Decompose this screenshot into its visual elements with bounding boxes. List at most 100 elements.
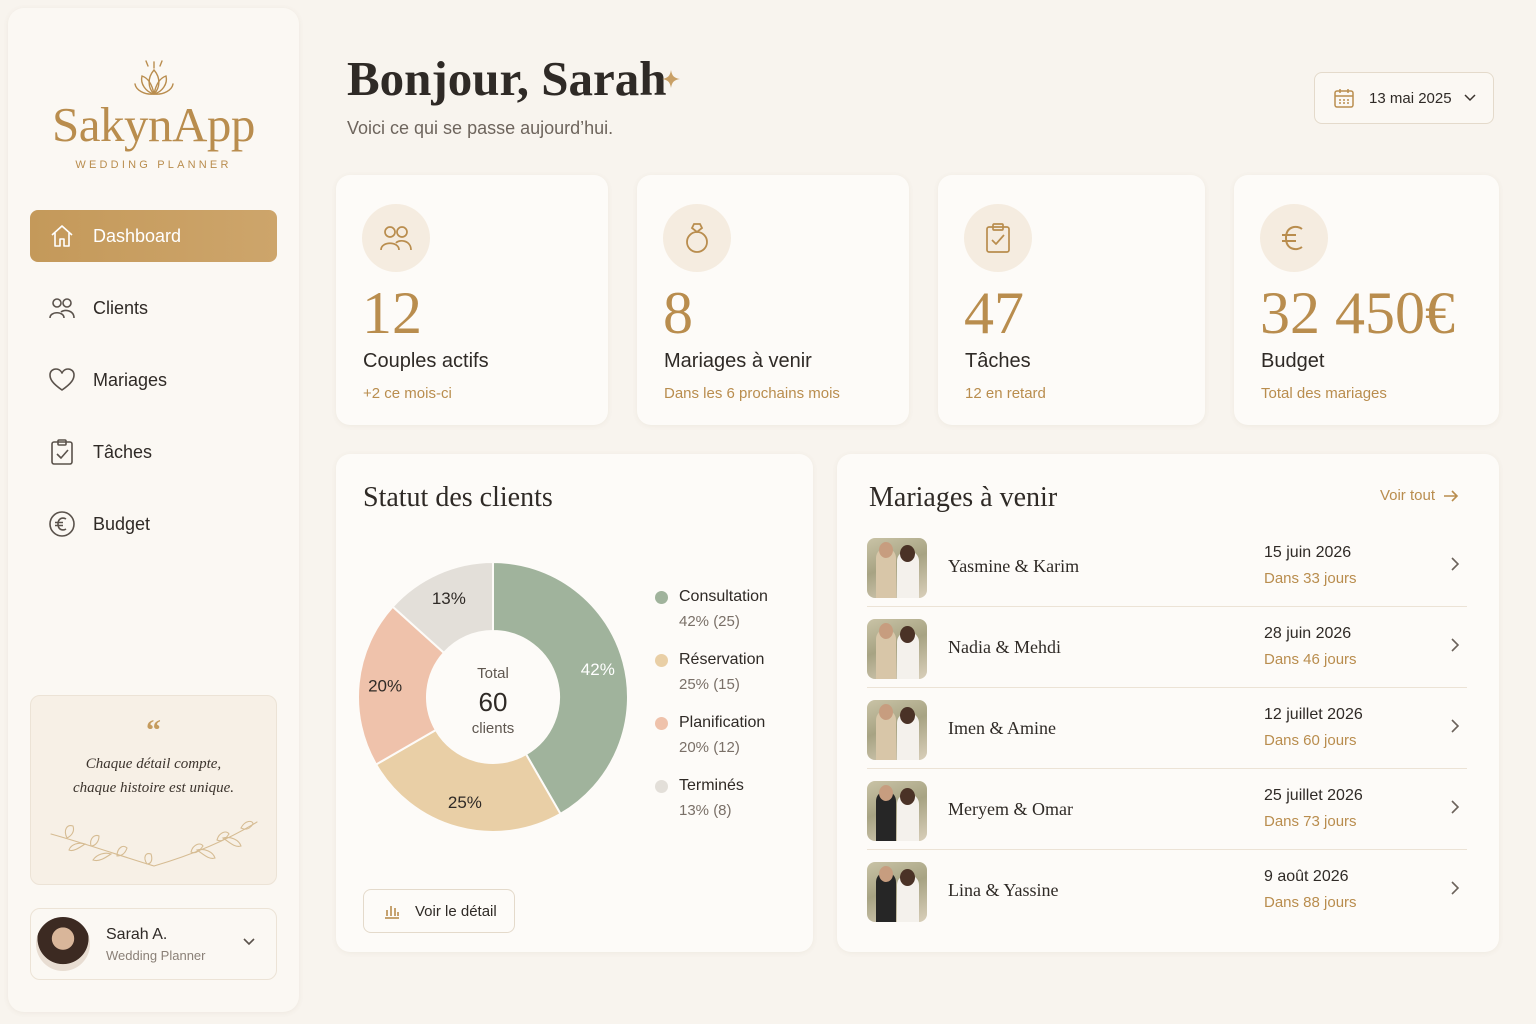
app-name: SakynApp [52, 97, 255, 152]
stat-label: Budget [1261, 350, 1325, 372]
date-picker[interactable]: 13 mai 2025 [1314, 72, 1494, 124]
legend-item: Planification 20% (12) [654, 714, 768, 777]
wedding-list: Yasmine & Karim 15 juin 2026 Dans 33 jou… [867, 526, 1467, 931]
page-title: Bonjour, Sarah [347, 51, 667, 106]
app-logo[interactable]: SakynApp WEDDING PLANNER [8, 58, 299, 171]
list-item[interactable]: Lina & Yassine 9 août 2026 Dans 88 jours [867, 850, 1467, 931]
arrow-right-icon [1444, 489, 1459, 502]
stat-card-tasks[interactable]: 47 Tâches 12 en retard [938, 175, 1205, 425]
client-status-card: Statut des clients Total 60 clients 42% 2… [336, 454, 813, 952]
legend-item: Consultation 42% (25) [654, 588, 768, 651]
couple-name: Yasmine & Karim [948, 556, 1080, 576]
sidebar-item-taches[interactable]: Tâches [30, 426, 277, 478]
days-remaining: Dans 73 jours [1264, 813, 1357, 830]
couple-photo [867, 619, 927, 679]
stat-icon-badge [663, 204, 731, 272]
legend-item: Terminés 13% (8) [654, 777, 768, 840]
euro-icon [1282, 225, 1303, 251]
euro-icon [48, 510, 76, 538]
stat-label: Couples actifs [363, 350, 489, 372]
days-remaining: Dans 33 jours [1264, 570, 1357, 587]
stat-card-weddings[interactable]: 8 Mariages à venir Dans les 6 prochains … [637, 175, 909, 425]
view-detail-button[interactable]: Voir le détail [363, 889, 515, 933]
couple-name: Imen & Amine [948, 718, 1056, 738]
sidebar-item-clients[interactable]: Clients [30, 282, 277, 334]
users-icon [380, 226, 412, 251]
ring-icon [686, 223, 708, 253]
days-remaining: Dans 46 jours [1264, 651, 1357, 668]
sidebar-item-mariages[interactable]: Mariages [30, 354, 277, 406]
couple-photo [867, 862, 927, 922]
donut-percent-label: 13% [432, 589, 466, 608]
list-item[interactable]: Nadia & Mehdi 28 juin 2026 Dans 46 jours [867, 607, 1467, 688]
chevron-right-icon [1451, 800, 1460, 814]
couple-name: Nadia & Mehdi [948, 637, 1061, 657]
see-all-link[interactable]: Voir tout [1380, 487, 1459, 504]
stat-value: 12 [362, 280, 422, 346]
stat-label: Mariages à venir [664, 350, 812, 372]
legend-value: 20% (12) [679, 739, 740, 756]
legend-swatch [655, 780, 668, 793]
avatar [36, 917, 90, 971]
sidebar-item-dashboard[interactable]: Dashboard [30, 210, 277, 262]
donut-percent-label: 20% [368, 677, 402, 696]
legend-item: Réservation 25% (15) [654, 651, 768, 714]
stat-card-couples[interactable]: 12 Couples actifs +2 ce mois-ci [336, 175, 608, 425]
view-detail-label: Voir le détail [415, 902, 497, 920]
wedding-date: 12 juillet 2026 [1264, 706, 1363, 723]
quote-card: “ Chaque détail compte, chaque histoire … [30, 695, 277, 885]
couple-name: Meryem & Omar [948, 799, 1073, 819]
stat-icon-badge [964, 204, 1032, 272]
donut-center-value: 60 [479, 687, 508, 717]
stat-note: Dans les 6 prochains mois [664, 385, 840, 402]
sidebar-item-label: Mariages [93, 369, 168, 390]
chevron-down-icon [1464, 94, 1476, 102]
legend-name: Consultation [679, 588, 768, 605]
stat-card-budget[interactable]: 32 450€ Budget Total des mariages [1234, 175, 1499, 425]
legend-value: 25% (15) [679, 676, 740, 693]
sidebar-nav: Dashboard Clients Mariages Tâches Budget [30, 210, 277, 570]
user-profile-menu[interactable]: Sarah A. Wedding Planner [30, 908, 277, 980]
users-icon [48, 294, 76, 322]
chevron-right-icon [1451, 638, 1460, 652]
chevron-right-icon [1451, 719, 1460, 733]
stat-icon-badge [1260, 204, 1328, 272]
couple-name: Lina & Yassine [948, 880, 1059, 900]
list-item[interactable]: Yasmine & Karim 15 juin 2026 Dans 33 jou… [867, 526, 1467, 607]
stat-note: 12 en retard [965, 385, 1046, 402]
list-item[interactable]: Imen & Amine 12 juillet 2026 Dans 60 jou… [867, 688, 1467, 769]
bar-chart-icon [385, 906, 399, 919]
lotus-icon [133, 60, 174, 95]
page-subtitle: Voici ce qui se passe aujourd’hui. [347, 118, 614, 138]
sidebar-item-label: Tâches [93, 441, 153, 462]
sidebar-item-label: Dashboard [93, 225, 182, 246]
section-title: Mariages à venir [869, 482, 1058, 513]
list-item[interactable]: Meryem & Omar 25 juillet 2026 Dans 73 jo… [867, 769, 1467, 850]
couple-photo [867, 781, 927, 841]
sidebar-item-label: Budget [93, 513, 151, 534]
date-value: 13 mai 2025 [1369, 89, 1452, 107]
donut-center-label: Total [477, 665, 509, 682]
stat-note: Total des mariages [1261, 385, 1387, 402]
upcoming-weddings-card: Mariages à venir Voir tout Yasmine & Kar… [837, 454, 1499, 952]
stat-value: 47 [964, 280, 1024, 346]
quote-mark: “ [146, 714, 161, 747]
calendar-icon [1334, 89, 1354, 108]
sidebar-item-budget[interactable]: Budget [30, 498, 277, 550]
days-remaining: Dans 88 jours [1264, 894, 1357, 911]
legend-swatch [655, 717, 668, 730]
quote-line-1: Chaque détail compte, [85, 756, 222, 772]
quote-line-2: chaque histoire est unique. [72, 780, 235, 796]
quote-text: Chaque détail compte, chaque histoire es… [31, 752, 276, 800]
heart-icon [48, 366, 76, 394]
user-info: Sarah A. Wedding Planner [106, 926, 206, 963]
legend-value: 42% (25) [679, 613, 740, 630]
legend-name: Terminés [679, 777, 744, 794]
stat-note: +2 ce mois-ci [363, 385, 452, 402]
sparkle-icon [662, 70, 680, 88]
legend-name: Réservation [679, 651, 765, 668]
couple-photo [867, 538, 927, 598]
home-icon [48, 222, 76, 250]
sidebar: SakynApp WEDDING PLANNER Dashboard Clien… [8, 8, 299, 1012]
donut-center-unit: clients [472, 720, 515, 737]
